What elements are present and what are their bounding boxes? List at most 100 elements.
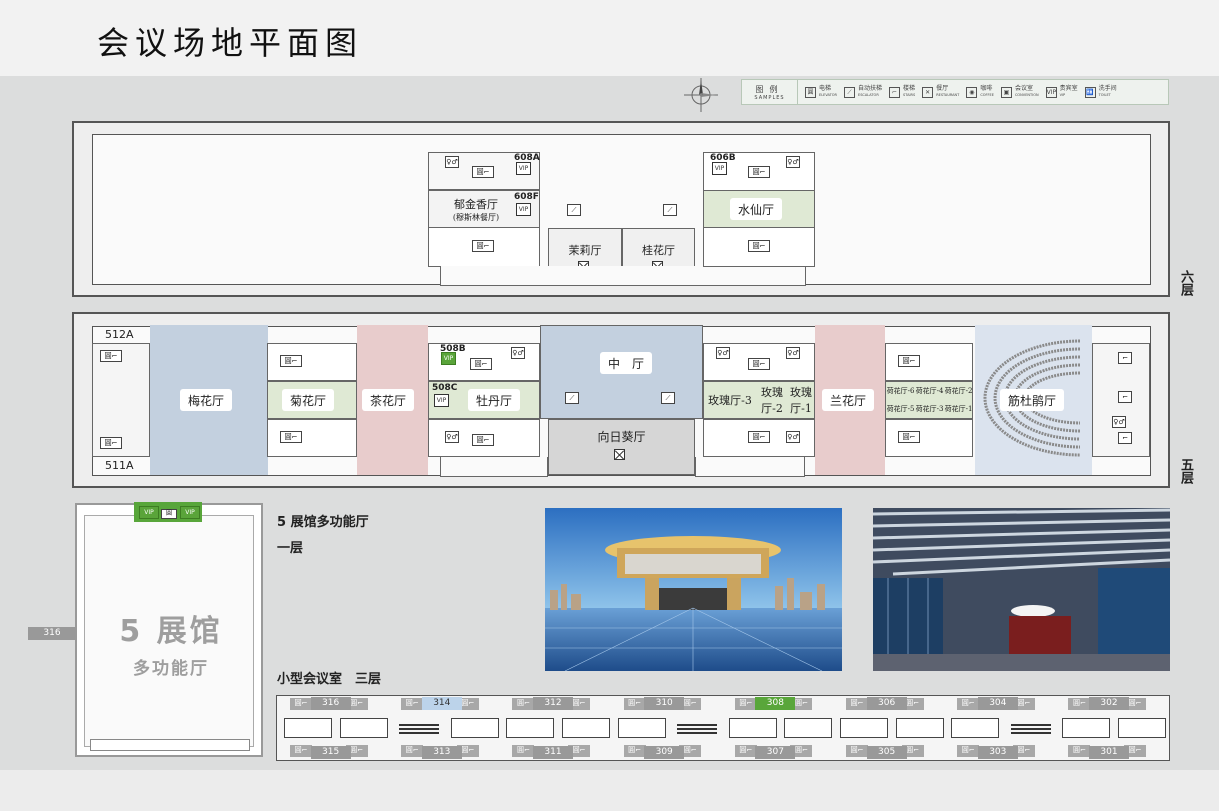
elevator-icon: 圓⌐ [512,698,535,710]
elevator-icon: 圓⌐ [748,358,770,370]
legend-item: ⟋ 自动扶梯 ESCALATOR [844,86,882,98]
hall5-stage [90,739,250,751]
coffee-icon: ◉ [966,86,978,98]
toilet-icon: ♀♂ [445,156,459,168]
room-tag-316: 316 [310,697,351,710]
legend-label: 咖啡 COFFEE [980,86,994,98]
room-512a-label: 512A [105,328,134,341]
escalator-icon: ⟋ [663,204,677,216]
elevator-icon: 圓⌐ [100,350,122,362]
legend-label: 会议室 CONVENTION [1015,86,1039,98]
conference-icon: ▣ [1000,86,1012,98]
small-meeting-room[interactable] [450,718,499,738]
elevator-icon: 圓⌐ [472,240,494,252]
legend-item: ⌐ 楼梯 STAIRS [889,86,915,98]
floor5-label: 五层 [1178,458,1193,484]
small-meeting-room[interactable] [339,718,388,738]
legend-item: ▣ 会议室 CONVENTION [1000,86,1039,98]
vip-icon: VIP [516,162,531,175]
legend-title-en: SAMPLES [754,94,785,101]
room-hehua3-label: 荷花厅-3 [915,405,944,413]
room-hehua2-label: 荷花厅-2 [944,387,973,395]
room-yujinxiang-name: 郁金香厅 [454,197,498,211]
small-meeting-room[interactable] [784,718,833,738]
legend-item: VIP 贵宾室 VIP [1045,86,1078,98]
toilet-icon: ♀♂ [786,156,800,168]
legend-label-en: COFFEE [980,93,994,97]
small-meeting-room[interactable] [284,718,332,738]
room-tag-315: 315 [310,746,351,759]
legend-label-en: ESCALATOR [858,93,879,97]
hall5-section-title: 5 展馆多功能厅 [277,515,369,530]
room-hehua5-label: 荷花厅-5 [886,405,915,413]
room-yujinxiang-label: 郁金香厅 (穆斯林餐厅) [436,193,516,225]
legend: 图例 SAMPLES 圓电梯 ELEVATOR ⟋ 自动扶梯 ESCALATOR ⌐ 楼梯 S… [741,79,1169,105]
elevator-icon: 圓⌐ [957,745,980,757]
room-316-side-tag: 316 [28,627,76,640]
small-meeting-room[interactable] [951,718,1000,738]
exterior-photo [545,508,842,671]
room-moli-label: 茉莉厅 [568,244,602,257]
hall5-inner: 5 展馆 多功能厅 [84,515,254,747]
elevator-icon: 圓⌐ [100,437,122,449]
elevator-icon: 圓⌐ [280,431,302,443]
legend-label: 楼梯 STAIRS [903,86,915,98]
room-meigui2-label: 玫瑰厅-2 [761,386,783,415]
small-meeting-room[interactable] [1062,718,1111,738]
elevator-icon: 圓⌐ [512,745,535,757]
elevator-icon: 圓⌐ [470,358,492,370]
legend-label-en: VIP [1059,93,1066,97]
elevator-icon: 圓⌐ [898,355,920,367]
room-mudan-label: 牡丹厅 [468,389,521,411]
stairs-icon: ⌐ [1118,352,1132,364]
small-meeting-room[interactable] [728,718,777,738]
elevator-icon: 圓⌐ [623,698,646,710]
elevator-icon: 圓⌐ [401,745,424,757]
room-lanhua-label: 兰花厅 [822,389,875,411]
small-meeting-room[interactable] [617,718,666,738]
restaurant-icon: ✕ [922,86,934,98]
room-511a-label: 511A [105,459,134,472]
small-rooms-section-title: 小型会议室 三层 [277,672,382,687]
room-tag-308: 308 [755,697,796,710]
room-chahua-label: 茶花厅 [362,389,415,411]
elevator-icon: 圓⌐ [1068,745,1091,757]
escalator-icon: ⟋ [844,86,855,98]
legend-items: 圓电梯 ELEVATOR ⟋ 自动扶梯 ESCALATOR ⌐ 楼梯 STAIRS ✕ 餐厅 RES… [798,86,1117,98]
room-dujuan-label: 筋杜鹃厅 [1000,389,1065,411]
room-meigui3-label: 玫瑰厅-3 [708,394,752,407]
room-508c-label: 508C [432,383,458,393]
room-juhua-label: 菊花厅 [282,389,335,411]
stairs-icon: ⌐ [889,86,901,98]
small-meeting-room[interactable] [562,718,610,738]
legend-label-en: TOILET [1098,93,1111,97]
elevator-icon: 圓⌐ [472,166,494,178]
room-tag-307: 307 [755,746,796,759]
elevator-icon: 圓⌐ [748,166,770,178]
legend-label-en: RESTAURANT [936,93,960,97]
room-tag-312: 312 [533,697,573,710]
legend-item: 圓电梯 ELEVATOR [805,86,837,98]
small-meeting-room[interactable] [840,718,888,738]
room-tag-303: 303 [977,746,1018,759]
hall5-floor-label: 一层 [277,541,304,556]
floor5-corridor-left [440,457,548,477]
room-xiangrikui-label: 向日葵厅 [597,429,646,444]
vip-icon: VIP [712,162,727,175]
legend-label: 电梯 ELEVATOR [819,86,837,98]
legend-label: 洗手间 TOILET [1099,86,1117,98]
room-tag-301: 301 [1089,746,1129,759]
hall5-plan[interactable]: 5 展馆 多功能厅 [75,503,263,757]
elevator-icon: 圓⌐ [957,698,980,710]
small-meeting-room[interactable] [1118,718,1166,738]
room-meigui1-label: 玫瑰厅-1 [790,386,812,415]
toilet-icon: ♀♂ [445,431,459,443]
toilet-icon: 🚻 [1084,86,1096,98]
elevator-icon: 圓⌐ [734,698,757,710]
small-meeting-room[interactable] [895,718,944,738]
elevator-icon: 圓 [805,86,816,98]
room-hehua6-label: 荷花厅-6 [886,387,915,395]
room-tag-304: 304 [977,697,1018,710]
elevator-icon: 圓⌐ [623,745,646,757]
small-meeting-room[interactable] [506,718,555,738]
